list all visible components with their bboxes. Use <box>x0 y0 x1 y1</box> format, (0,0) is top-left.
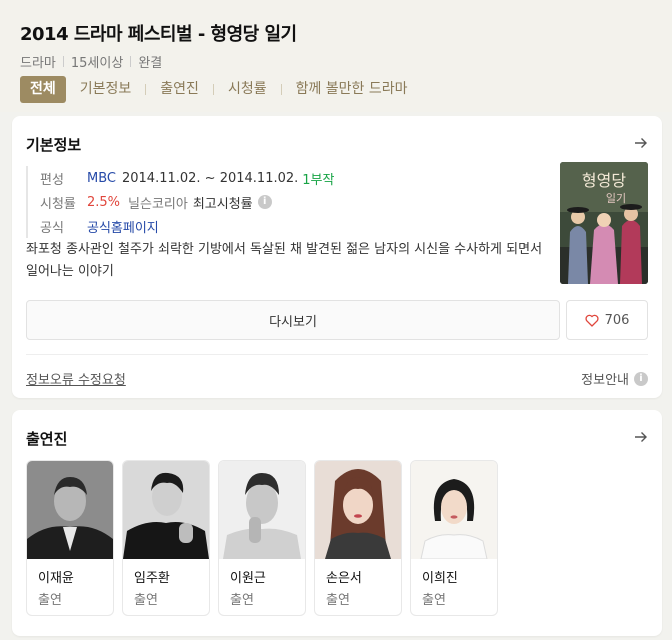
cast-role: 출연 <box>38 593 62 608</box>
cast-list: 이재윤 출연 임주환 출연 이원근 출연 손은서 출연 이희진 출연 <box>26 460 506 616</box>
broadcast-label: 편성 <box>40 172 64 188</box>
report-error-link[interactable]: 정보오류 수정요청 <box>26 369 126 388</box>
cast-member[interactable]: 손은서 출연 <box>314 460 402 616</box>
cast-name: 임주환 <box>134 571 170 586</box>
cast-card: 출연진 이재윤 출연 임주환 출연 이원근 출연 손은서 출연 이희진 출연 <box>12 410 662 636</box>
cast-photo <box>123 461 209 559</box>
meta-divider <box>62 56 64 67</box>
cast-photo <box>315 461 401 559</box>
rating-source: 닐슨코리아 <box>128 196 188 212</box>
cast-name: 손은서 <box>326 571 362 586</box>
info-table: 편성 MBC 2014.11.02. ~ 2014.11.02. 1부작 시청률… <box>26 166 546 238</box>
divider <box>26 354 648 355</box>
basic-info-title: 기본정보 <box>26 136 82 154</box>
cast-name: 이재윤 <box>38 571 74 586</box>
rating-value: 2.5% <box>87 194 121 210</box>
cast-role: 출연 <box>134 593 158 608</box>
cast-name: 이희진 <box>422 571 458 586</box>
info-icon[interactable]: i <box>257 195 272 209</box>
like-button[interactable]: 706 <box>566 300 648 340</box>
header: 2014 드라마 페스티벌 - 형영당 일기 드라마 15세이상 완결 전체 기… <box>0 0 672 112</box>
tab-bar: 전체 기본정보 출연진 시청률 함께 볼만한 드라마 <box>20 76 408 103</box>
cast-member[interactable]: 이희진 출연 <box>410 460 498 616</box>
episode-count: 1부작 <box>302 172 335 188</box>
cast-title: 출연진 <box>26 430 68 448</box>
synopsis: 좌포청 종사관인 철주가 쇠락한 기방에서 독살된 채 발견된 젊은 남자의 시… <box>26 242 543 279</box>
rating-note: 최고시청률 <box>192 196 253 212</box>
poster-image[interactable]: 형영당 일기 <box>560 162 648 284</box>
status-label: 완결 <box>138 56 163 71</box>
rewatch-button[interactable]: 다시보기 <box>26 300 560 340</box>
cast-role: 출연 <box>230 593 254 608</box>
tab-cast[interactable]: 출연진 <box>160 76 199 103</box>
cast-role: 출연 <box>326 593 350 608</box>
info-row-rating: 시청률 2.5% 닐슨코리아 최고시청률 i <box>40 190 546 214</box>
age-rating-label: 15세이상 <box>70 56 124 71</box>
tab-basic-info[interactable]: 기본정보 <box>80 76 132 103</box>
official-label: 공식 <box>40 220 64 236</box>
meta-divider <box>130 56 132 67</box>
tab-ratings[interactable]: 시청률 <box>228 76 267 103</box>
tab-divider <box>280 84 282 95</box>
info-row-official: 공식 공식홈페이지 <box>40 214 546 238</box>
broadcast-date: 2014.11.02. ~ 2014.11.02. <box>121 170 299 186</box>
info-guide-label: 정보안내 <box>581 373 629 388</box>
info-row-broadcast: 편성 MBC 2014.11.02. ~ 2014.11.02. 1부작 <box>40 166 546 190</box>
svg-text:형영당: 형영당 <box>582 171 626 190</box>
meta-info: 드라마 15세이상 완결 <box>20 52 162 71</box>
cast-member[interactable]: 임주환 출연 <box>122 460 210 616</box>
cast-role: 출연 <box>422 593 446 608</box>
info-icon: i <box>634 371 648 386</box>
official-homepage-link[interactable]: 공식홈페이지 <box>87 217 159 236</box>
basic-info-card: 기본정보 편성 MBC 2014.11.02. ~ 2014.11.02. 1부… <box>12 116 662 398</box>
heart-icon <box>585 314 599 327</box>
arrow-right-icon[interactable] <box>634 136 648 150</box>
channel-link[interactable]: MBC <box>87 171 116 186</box>
tab-divider <box>145 84 147 95</box>
cast-photo <box>219 461 305 559</box>
tab-recommended[interactable]: 함께 볼만한 드라마 <box>296 76 408 103</box>
arrow-right-icon[interactable] <box>634 430 648 444</box>
cast-member[interactable]: 이재윤 출연 <box>26 460 114 616</box>
cast-member[interactable]: 이원근 출연 <box>218 460 306 616</box>
cast-photo <box>27 461 113 559</box>
page-title: 2014 드라마 페스티벌 - 형영당 일기 <box>20 24 297 45</box>
svg-text:일기: 일기 <box>606 191 626 205</box>
cast-photo <box>411 461 497 559</box>
cast-name: 이원근 <box>230 571 266 586</box>
like-count: 706 <box>604 312 630 328</box>
rating-label: 시청률 <box>40 196 76 212</box>
info-guide-button[interactable]: 정보안내 i <box>581 369 648 388</box>
tab-all[interactable]: 전체 <box>20 76 66 103</box>
tab-divider <box>212 84 214 95</box>
genre-label: 드라마 <box>20 56 56 71</box>
